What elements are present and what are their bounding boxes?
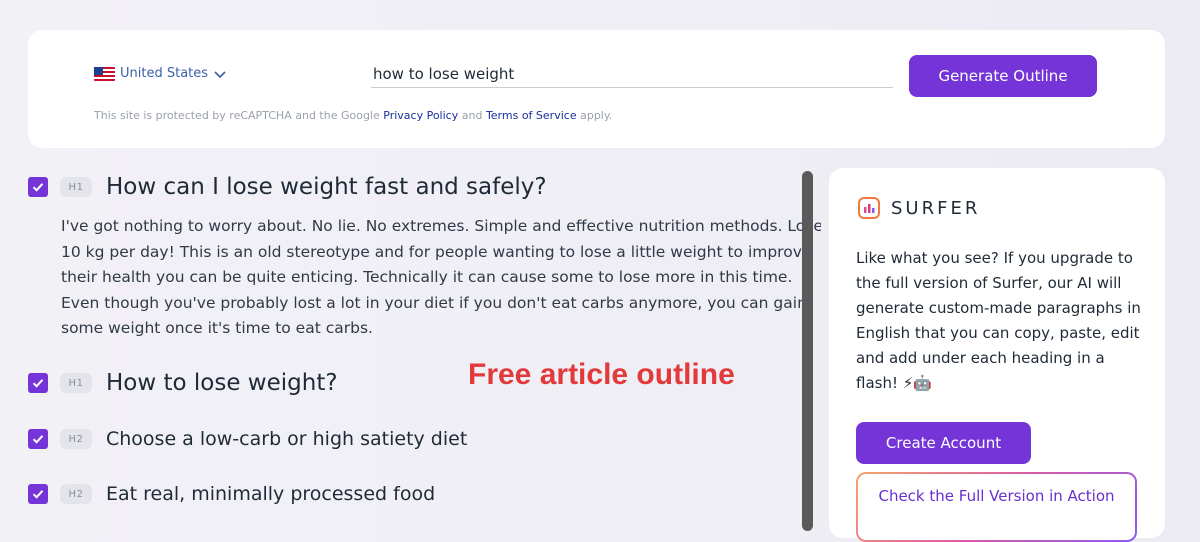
heading-level-badge: H2 [60, 484, 92, 504]
heading-level-badge: H1 [60, 177, 92, 197]
outline-checkbox[interactable] [28, 177, 48, 197]
search-card: United States Generate Outline This site… [28, 30, 1165, 148]
checkmark-icon [32, 435, 44, 444]
outline-item: H1 How to lose weight? [28, 370, 338, 396]
keyword-field[interactable] [371, 62, 893, 88]
upgrade-message: Like what you see? If you upgrade to the… [856, 249, 1141, 392]
heading-paragraph: I've got nothing to worry about. No lie.… [61, 217, 821, 337]
recaptcha-notice: This site is protected by reCAPTCHA and … [94, 109, 613, 122]
privacy-policy-link[interactable]: Privacy Policy [383, 109, 458, 122]
keyword-input[interactable] [371, 62, 893, 86]
upgrade-card: SURFER Like what you see? If you upgrade… [829, 168, 1165, 542]
heading-level-badge: H2 [60, 429, 92, 449]
heading-level-badge: H1 [60, 373, 92, 393]
generate-outline-button[interactable]: Generate Outline [909, 55, 1097, 97]
outline-checkbox[interactable] [28, 429, 48, 449]
brand-name: SURFER [891, 197, 981, 219]
outline-item: H2 Choose a low-carb or high satiety die… [28, 428, 467, 450]
chevron-down-icon [214, 70, 226, 78]
country-label: United States [120, 66, 209, 81]
terms-of-service-link[interactable]: Terms of Service [486, 109, 577, 122]
heading-title[interactable]: How can I lose weight fast and safely? [106, 174, 547, 200]
checkmark-icon [32, 379, 44, 388]
outline-item: H2 Eat real, minimally processed food [28, 483, 435, 505]
outline-checkbox[interactable] [28, 373, 48, 393]
heading-title[interactable]: Choose a low-carb or high satiety diet [106, 428, 467, 450]
outline-checkbox[interactable] [28, 484, 48, 504]
surfer-brand: SURFER [857, 196, 980, 220]
outline-scrollbar[interactable] [802, 171, 813, 531]
surfer-logo-icon [858, 197, 880, 219]
outline-item: H1 How can I lose weight fast and safely… [28, 174, 547, 200]
overlay-caption: Free article outline [468, 358, 735, 391]
heading-title[interactable]: Eat real, minimally processed food [106, 483, 435, 505]
heading-title[interactable]: How to lose weight? [106, 370, 338, 396]
checkmark-icon [32, 490, 44, 499]
check-full-version-label: Check the Full Version in Action [858, 474, 1135, 540]
country-selector[interactable]: United States [94, 66, 227, 81]
check-full-version-button[interactable]: Check the Full Version in Action [856, 472, 1137, 542]
checkmark-icon [32, 183, 44, 192]
create-account-button[interactable]: Create Account [856, 422, 1031, 464]
us-flag-icon [94, 66, 115, 81]
